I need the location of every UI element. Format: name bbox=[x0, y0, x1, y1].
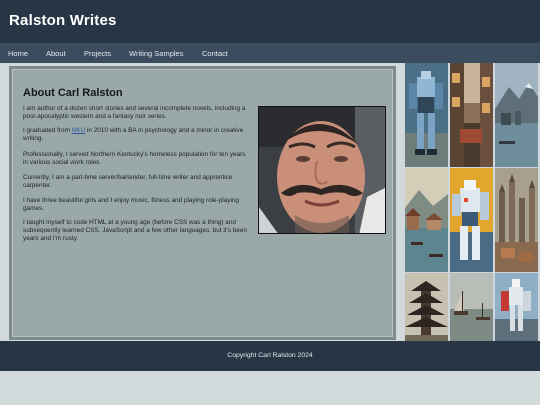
nku-link[interactable]: NKU bbox=[72, 127, 86, 134]
bio-paragraph-coding: I taught myself to code HTML at a young … bbox=[23, 219, 247, 242]
gallery-pagoda-image bbox=[405, 273, 448, 341]
gallery-village-image bbox=[405, 168, 448, 272]
bio-paragraph-stories: I am author of a dozen short stories and… bbox=[23, 105, 246, 120]
gallery-street-scene-image bbox=[450, 63, 493, 167]
about-section: About Carl Ralston I am author of a doze… bbox=[9, 66, 396, 340]
site-footer: Copyright Carl Ralston 2024 bbox=[0, 341, 540, 371]
site-title[interactable]: Ralston Writes bbox=[9, 12, 117, 29]
bio-paragraph-career: Professionally, I served Northern Kentuc… bbox=[23, 151, 246, 166]
art-gallery bbox=[404, 63, 540, 341]
nav-projects-link[interactable]: Projects bbox=[84, 49, 111, 58]
gallery-robot-knight-image bbox=[495, 273, 538, 341]
gallery-harbor-image bbox=[450, 273, 493, 341]
copyright-text: Copyright Carl Ralston 2024 bbox=[227, 352, 313, 359]
gallery-castle-city-image bbox=[495, 168, 538, 272]
bio-paragraph-family: I have three beautiful girls and I enjoy… bbox=[23, 197, 239, 212]
about-heading: About Carl Ralston bbox=[23, 87, 123, 99]
author-photo bbox=[258, 106, 386, 234]
nav-writing-samples-link[interactable]: Writing Samples bbox=[129, 49, 183, 58]
gallery-mountain-lake-image bbox=[495, 63, 538, 167]
main-nav: Home About Projects Writing Samples Cont… bbox=[0, 43, 540, 63]
gallery-robot-yellow-image bbox=[450, 168, 493, 272]
gallery-mech-robot-image bbox=[405, 63, 448, 167]
nav-home-link[interactable]: Home bbox=[8, 49, 28, 58]
site-header: Ralston Writes bbox=[0, 0, 540, 43]
nav-about-link[interactable]: About bbox=[46, 49, 66, 58]
education-text-start: I graduated from bbox=[23, 127, 72, 134]
nav-contact-link[interactable]: Contact bbox=[202, 49, 228, 58]
bio-paragraph-education: I graduated from NKU in 2010 with a BA i… bbox=[23, 127, 251, 143]
bio-paragraph-current: Currently, I am a part-time server/barte… bbox=[23, 174, 233, 189]
